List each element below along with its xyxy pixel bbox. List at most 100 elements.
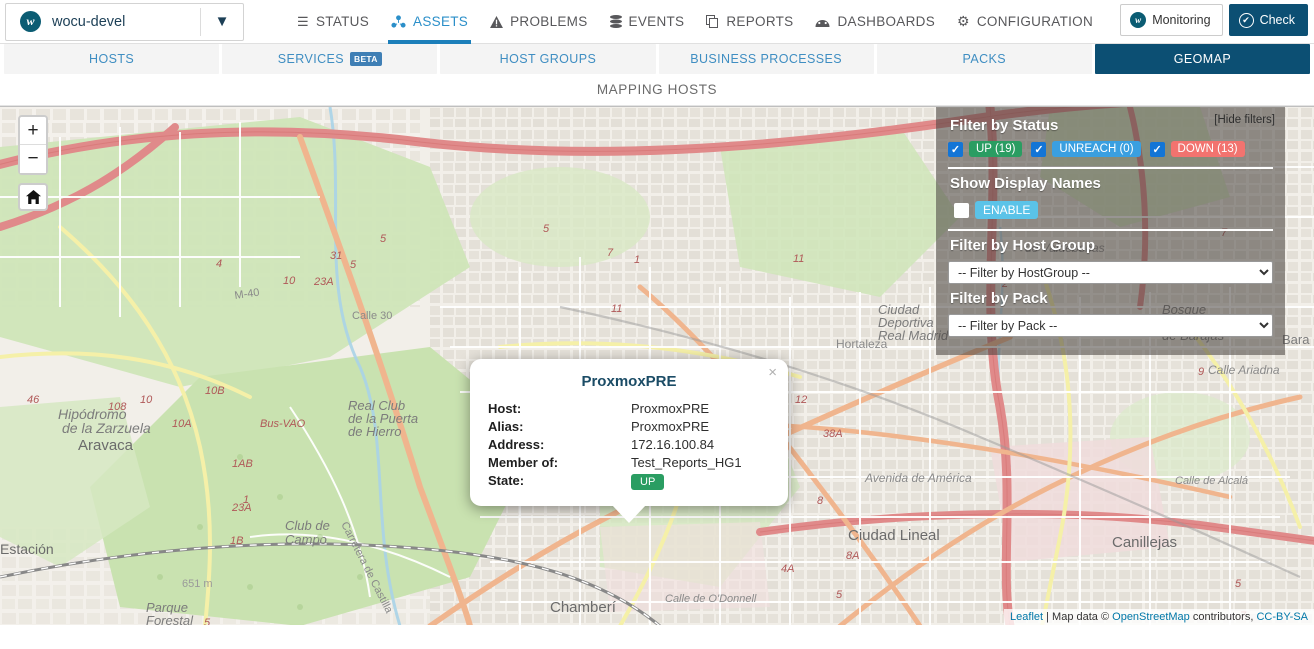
license-link[interactable]: CC-BY-SA [1256,611,1308,623]
nav-item-dashboards[interactable]: DASHBOARDS [804,0,946,44]
zoom-out-button[interactable]: − [20,145,46,173]
organization-selector[interactable]: w wocu-devel ▼ [5,2,244,41]
database-icon [609,15,622,28]
nav-label: PROBLEMS [510,14,588,29]
svg-text:Club de: Club de [285,518,330,533]
checkbox-up[interactable]: ✓ [948,141,963,157]
popup-value-state: UP [631,473,770,490]
status-badge-up: UP (19) [969,141,1023,157]
status-filter-unreach[interactable]: ✓ UNREACH (0) [1031,141,1141,157]
nav-item-events[interactable]: EVENTS [599,0,696,44]
page-title: MAPPING HOSTS [0,74,1314,106]
zoom-in-button[interactable]: + [20,117,46,145]
tab-services[interactable]: SERVICES BETA [222,44,438,74]
tab-business-processes[interactable]: BUSINESS PROCESSES [658,44,874,74]
popup-key-state: State: [488,473,525,488]
svg-text:Calle de O'Donnell: Calle de O'Donnell [665,593,757,605]
leaflet-link[interactable]: Leaflet [1010,611,1043,623]
svg-text:Forestal: Forestal [146,613,194,625]
svg-text:23A: 23A [313,276,334,288]
checkbox-unreach[interactable]: ✓ [1031,141,1047,157]
checkbox-display-names[interactable] [954,202,969,218]
tab-label: HOST GROUPS [499,52,597,66]
attrib-middle: contributors, [1189,611,1257,623]
svg-text:Hortaleza: Hortaleza [836,337,888,351]
status-filter-down[interactable]: ✓ DOWN (13) [1149,141,1245,157]
svg-text:de Hierro: de Hierro [348,424,401,439]
chevron-down-icon[interactable]: ▼ [201,13,243,30]
svg-text:10: 10 [283,275,296,287]
home-icon [25,190,41,204]
organization-name: wocu-devel [52,13,126,30]
top-right-actions: w Monitoring ✔ Check [1120,4,1308,36]
checkbox-down[interactable]: ✓ [1149,141,1165,157]
status-filter-row: ✓ UP (19) ✓ UNREACH (0) ✓ DOWN (13) [948,141,1273,169]
gauge-icon [815,16,830,28]
svg-text:5: 5 [350,259,357,271]
svg-text:de la Zarzuela: de la Zarzuela [62,420,151,436]
nav-label: EVENTS [628,14,685,29]
svg-text:651 m: 651 m [182,578,213,590]
attrib-sep: | [1043,611,1053,623]
status-badge-down: DOWN (13) [1170,141,1245,157]
check-button[interactable]: ✔ Check [1228,4,1308,36]
svg-text:108: 108 [108,401,127,413]
svg-text:5: 5 [543,223,550,235]
attrib-prefix: Map data © [1052,611,1113,623]
tab-packs[interactable]: PACKS [876,44,1092,74]
svg-text:Bara: Bara [1282,332,1310,347]
tab-host-groups[interactable]: HOST GROUPS [440,44,656,74]
monitoring-label: Monitoring [1152,13,1211,27]
svg-text:1: 1 [243,494,249,506]
popup-value-host: ProxmoxPRE [631,401,710,416]
check-label: Check [1259,13,1295,27]
tab-hosts[interactable]: HOSTS [4,44,220,74]
tab-label: SERVICES [277,52,344,66]
nav-item-problems[interactable]: PROBLEMS [479,0,598,44]
pack-select[interactable]: -- Filter by Pack -- [948,314,1273,337]
svg-text:5: 5 [380,233,387,245]
svg-text:46: 46 [27,394,40,406]
svg-text:12: 12 [795,394,807,406]
monitoring-button[interactable]: w Monitoring [1120,4,1223,36]
tab-label: PACKS [962,52,1006,66]
popup-key-host: Host: [488,401,522,416]
top-navigation-bar: w wocu-devel ▼ ☰ STATUS ASSETS PROBLEMS … [0,0,1314,44]
nav-item-configuration[interactable]: ⚙ CONFIGURATION [946,0,1104,44]
tab-geomap[interactable]: GEOMAP [1094,44,1311,74]
map-home-button[interactable] [18,183,48,211]
hostgroup-select[interactable]: -- Filter by HostGroup -- [948,261,1273,284]
popup-title: ProxmoxPRE [581,373,677,390]
main-nav: ☰ STATUS ASSETS PROBLEMS EVENTS REPORTS … [286,0,1104,44]
svg-text:Calle 30: Calle 30 [352,310,392,322]
map-zoom-control[interactable]: + − [18,115,48,175]
popup-value-alias: ProxmoxPRE [631,419,710,434]
hide-filters-link[interactable]: [Hide filters] [1214,114,1275,126]
svg-text:38A: 38A [823,428,843,440]
enable-badge: ENABLE [975,201,1039,219]
nav-label: CONFIGURATION [976,14,1094,29]
svg-text:4: 4 [216,258,222,270]
close-icon[interactable]: × [768,365,777,380]
display-names-row: ENABLE [948,199,1273,231]
nav-item-reports[interactable]: REPORTS [695,0,804,44]
svg-text:Calle Ariadna: Calle Ariadna [1208,363,1280,377]
svg-text:10A: 10A [172,418,192,430]
openstreetmap-link[interactable]: OpenStreetMap [1112,611,1190,623]
show-display-names-title: Show Display Names [950,175,1101,192]
popup-key-address: Address: [488,437,545,452]
status-filter-up[interactable]: ✓ UP (19) [948,141,1023,157]
nav-label: REPORTS [726,14,794,29]
tab-label: GEOMAP [1173,52,1232,66]
assets-icon [391,15,406,28]
gear-icon: ⚙ [957,13,970,29]
nav-item-assets[interactable]: ASSETS [380,0,479,44]
svg-text:7: 7 [607,247,614,259]
svg-text:1B: 1B [230,535,243,547]
geomap[interactable]: Hipódromo de la Zarzuela Aravaca Estació… [0,106,1314,625]
nav-label: DASHBOARDS [837,14,936,29]
filter-panel: [Hide filters] Filter by Status ✓ UP (19… [936,107,1285,355]
svg-text:1AB: 1AB [232,458,253,470]
svg-text:4A: 4A [781,563,794,575]
nav-item-status[interactable]: ☰ STATUS [286,0,380,44]
